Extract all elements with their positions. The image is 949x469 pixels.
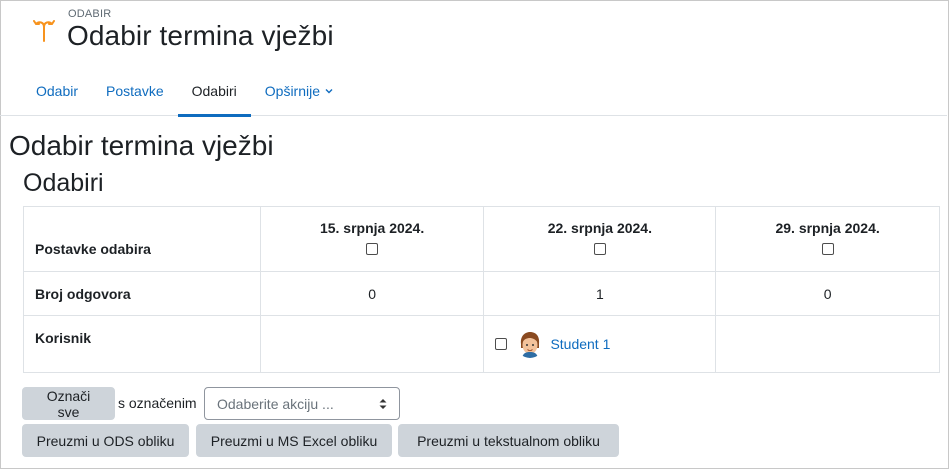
download-text-button[interactable]: Preuzmi u tekstualnom obliku (398, 424, 619, 457)
user-cell-empty (259, 315, 485, 373)
tab-opsirnije[interactable]: Opširnije (251, 66, 348, 116)
secondary-navigation: Odabir Postavke Odabiri Opširnije (22, 66, 348, 117)
choice-activity-icon (33, 20, 55, 42)
settings-label: Postavke odabira (23, 206, 261, 272)
date-label: 15. srpnja 2024. (319, 220, 425, 236)
tab-odabir[interactable]: Odabir (22, 66, 92, 116)
tab-opsirnije-label: Opširnije (264, 83, 321, 99)
date-column-1: 15. srpnja 2024. (259, 206, 485, 272)
select-all-button[interactable]: Označi sve (22, 387, 115, 420)
date-column-3: 29. srpnja 2024. (715, 206, 940, 272)
date-label: 22. srpnja 2024. (547, 220, 652, 236)
select-column-checkbox[interactable] (366, 243, 379, 256)
action-select-placeholder: Odaberite akciju ... (217, 395, 334, 412)
action-select[interactable]: Odaberite akciju ... (204, 387, 400, 420)
user-cell: Student 1 (483, 315, 717, 373)
response-count-label: Broj odgovora (23, 271, 261, 316)
response-count: 0 (715, 271, 940, 316)
activity-type-label: ODABIR (68, 8, 112, 20)
tab-postavke-label: Postavke (106, 83, 164, 99)
tab-odabir-label: Odabir (36, 83, 79, 99)
user-label: Korisnik (23, 315, 261, 373)
chevron-down-icon (325, 89, 333, 94)
select-arrow-icon (379, 399, 387, 409)
tab-odabiri[interactable]: Odabiri (177, 66, 251, 117)
select-column-checkbox[interactable] (821, 243, 834, 256)
student-link[interactable]: Student 1 (550, 336, 610, 352)
main-title: Odabir termina vježbi (9, 130, 274, 161)
page-header: ODABIR Odabir termina vježbi Odabir Post… (0, 0, 947, 117)
response-count: 0 (259, 271, 485, 316)
table-header-row: Postavke odabira 15. srpnja 2024. 22. sr… (23, 206, 940, 272)
with-selected-label: s označenim (118, 395, 197, 411)
date-column-2: 22. srpnja 2024. (483, 206, 717, 272)
select-column-checkbox[interactable] (593, 243, 606, 256)
download-excel-button[interactable]: Preuzmi u MS Excel obliku (196, 424, 392, 457)
table-row: Korisnik Student 1 (23, 315, 940, 373)
responses-table: Postavke odabira 15. srpnja 2024. 22. sr… (23, 206, 940, 373)
user-checkbox[interactable] (495, 338, 508, 350)
date-label: 29. srpnja 2024. (775, 220, 880, 236)
section-title: Odabiri (23, 169, 104, 197)
user-cell-empty (715, 315, 940, 373)
download-ods-button[interactable]: Preuzmi u ODS obliku (22, 424, 189, 457)
tab-odabiri-label: Odabiri (191, 83, 237, 99)
table-row: Broj odgovora 0 1 0 (23, 271, 940, 316)
student-avatar[interactable] (516, 330, 545, 358)
page-header-title: Odabir termina vježbi (67, 20, 334, 51)
response-count: 1 (483, 271, 717, 316)
tab-postavke[interactable]: Postavke (92, 66, 178, 116)
